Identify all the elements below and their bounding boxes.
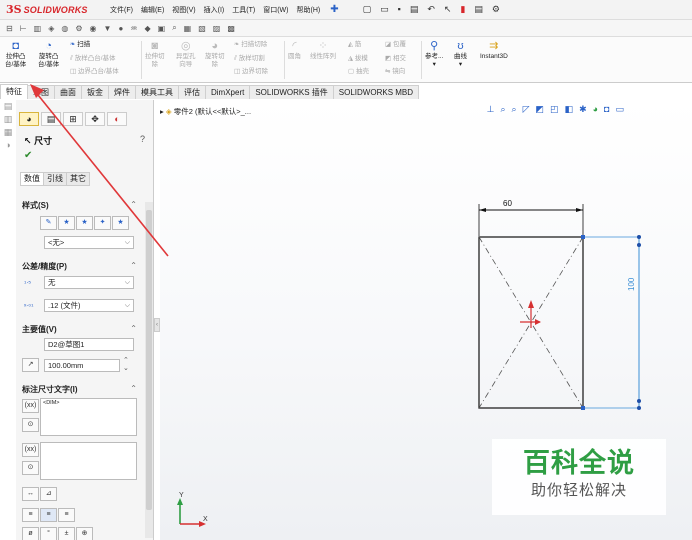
triad-y-arrow	[177, 498, 183, 505]
watermark-subtitle: 助你轻松解决	[530, 482, 627, 499]
height-handle-bottom-2[interactable]	[637, 399, 641, 403]
width-arrow-left	[479, 208, 486, 212]
origin-arrow-x	[535, 319, 541, 325]
width-arrow-right	[576, 208, 583, 212]
triad-y-label: Y	[179, 492, 184, 499]
annotation-arrow-head	[30, 84, 44, 98]
height-dimension-text[interactable]: 100	[627, 277, 636, 291]
watermark-badge: 百科全说 助你轻松解决	[492, 439, 666, 515]
watermark-title: 百科全说	[523, 448, 635, 479]
corner-point-bottom-right[interactable]	[581, 406, 585, 410]
triad-x-label: X	[203, 516, 208, 523]
height-handle-top-2[interactable]	[637, 243, 641, 247]
origin-arrow-y	[528, 300, 534, 308]
width-dimension-text[interactable]: 60	[503, 199, 512, 208]
annotation-arrow-line	[33, 89, 169, 257]
solidworks-window: 3S SOLIDWORKS 文件(F) 编辑(E) 视图(V) 插入(I) 工具…	[0, 0, 692, 540]
height-handle-bottom[interactable]	[637, 406, 641, 410]
height-handle-top[interactable]	[637, 235, 641, 239]
corner-point-top-right[interactable]	[581, 235, 585, 239]
